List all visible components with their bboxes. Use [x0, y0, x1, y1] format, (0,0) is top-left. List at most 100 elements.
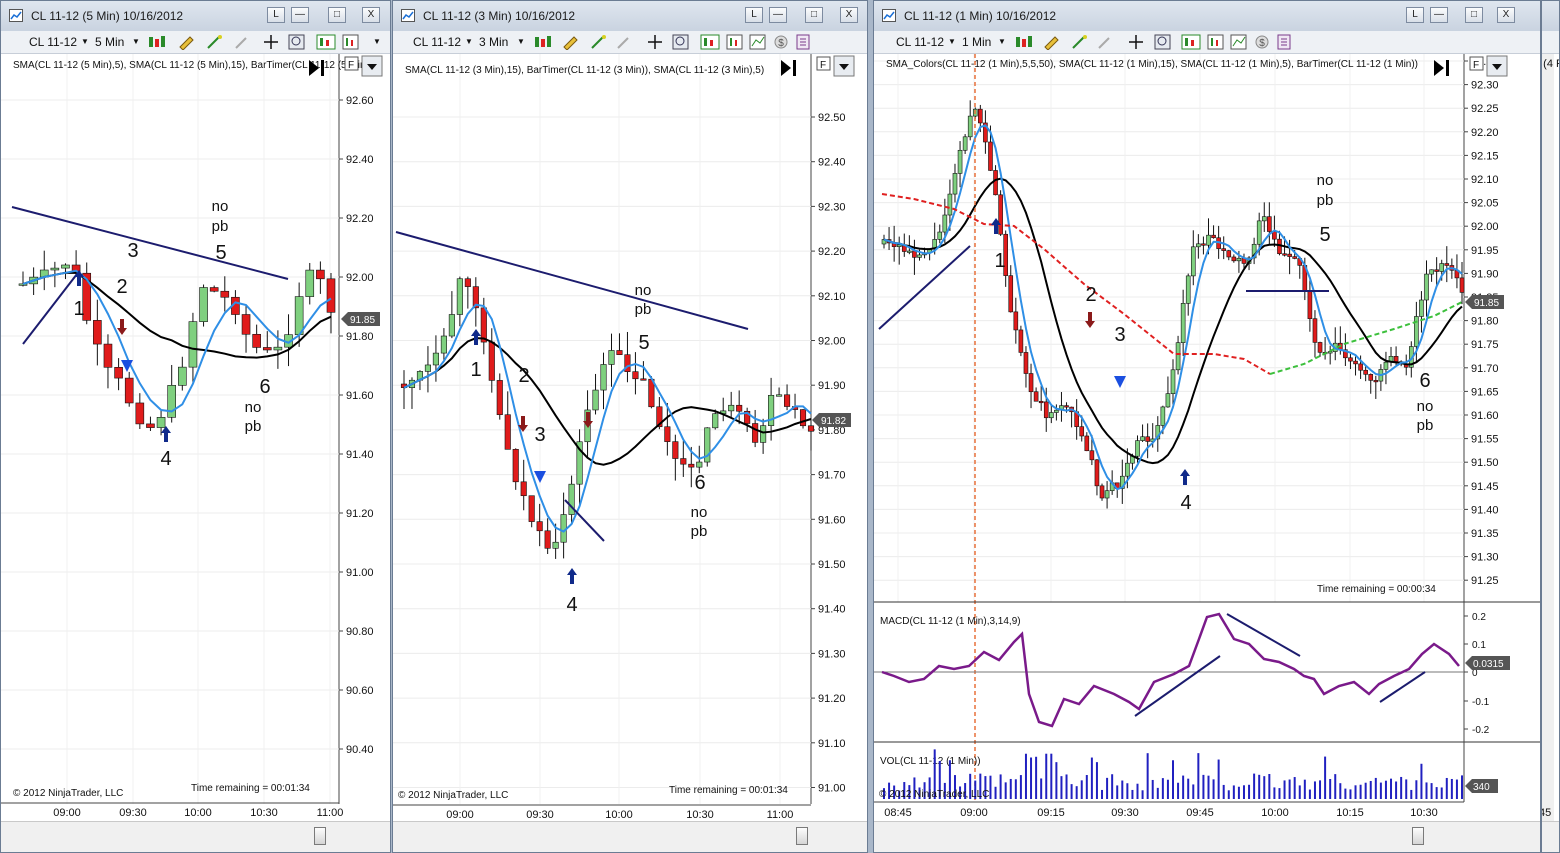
- interval-dropdown-icon[interactable]: ▼: [998, 34, 1006, 50]
- drawing-pencil-icon[interactable]: [561, 34, 583, 50]
- scrollbar-thumb[interactable]: [1412, 827, 1424, 845]
- strategy-icon[interactable]: [1276, 34, 1292, 50]
- scrollbar-thumb[interactable]: [796, 827, 808, 845]
- zoom-icon[interactable]: [288, 34, 306, 50]
- minimize-button[interactable]: —: [769, 7, 787, 23]
- instrument-selector[interactable]: CL 11-12: [896, 34, 944, 50]
- go-to-end-icon[interactable]: [793, 60, 796, 76]
- macd-label: MACD(CL 11-12 (1 Min),3,14,9): [880, 616, 1021, 627]
- instrument-dropdown-icon[interactable]: ▼: [465, 34, 473, 50]
- title-bar[interactable]: CL 11-12 (3 Min) 10/16/2012 L — □ X: [393, 1, 867, 32]
- horizontal-scrollbar[interactable]: [393, 821, 867, 852]
- drawing-pencil-icon[interactable]: [177, 34, 199, 50]
- zoom-icon[interactable]: [672, 34, 690, 50]
- title-bar[interactable]: CL 11-12 (1 Min) 10/16/2012 L — □ X: [874, 1, 1540, 32]
- candle-up: [760, 425, 767, 443]
- interval-dropdown-icon[interactable]: ▼: [132, 34, 140, 50]
- candle-down: [640, 378, 647, 381]
- candle-up: [1439, 263, 1445, 272]
- candle-down: [1043, 401, 1049, 419]
- crosshair-icon[interactable]: [1126, 34, 1148, 50]
- chart-annotation: no: [635, 282, 652, 299]
- horizontal-scrollbar[interactable]: [1, 821, 390, 852]
- maximize-button[interactable]: □: [805, 7, 823, 23]
- chart-properties-icon[interactable]: [749, 34, 767, 50]
- strategy-icon[interactable]: [795, 34, 811, 50]
- bar-chart-toggle-icon[interactable]: [316, 34, 336, 50]
- y-tick-label: 92.00: [818, 336, 846, 348]
- data-box-icon[interactable]: [342, 34, 360, 50]
- partial-indicator-label: 2 (4 R: [1542, 58, 1560, 70]
- interval-selector[interactable]: 1 Min: [962, 34, 991, 50]
- bar-chart-toggle-icon[interactable]: [700, 34, 720, 50]
- horizontal-scrollbar[interactable]: [874, 821, 1540, 852]
- y-tick-label: 92.20: [346, 213, 374, 225]
- magic-wand-icon[interactable]: [1070, 34, 1092, 50]
- candlestick-style-icon[interactable]: [147, 34, 169, 50]
- instrument-dropdown-icon[interactable]: ▼: [81, 34, 89, 50]
- dollar-icon[interactable]: $: [773, 34, 789, 50]
- link-button[interactable]: L: [745, 7, 763, 23]
- data-box-icon[interactable]: [726, 34, 744, 50]
- interval-selector[interactable]: 3 Min: [479, 34, 508, 50]
- chart-window-1min: CL 11-12 (1 Min) 10/16/2012 L — □ X CL 1…: [873, 0, 1541, 853]
- candlestick-style-icon[interactable]: [533, 34, 555, 50]
- close-button[interactable]: X: [1497, 7, 1515, 23]
- y-tick-label: 91.20: [346, 508, 374, 520]
- disabled-tool-icon[interactable]: [1096, 34, 1114, 50]
- maximize-button[interactable]: □: [1465, 7, 1483, 23]
- disabled-tool-icon[interactable]: [615, 34, 633, 50]
- chart-app-icon: [401, 9, 415, 22]
- y-tick-label: 91.25: [1471, 575, 1499, 587]
- candle-down: [464, 278, 471, 287]
- chart-properties-icon[interactable]: [1230, 34, 1248, 50]
- candle-down: [326, 278, 336, 313]
- go-to-end-icon[interactable]: [1446, 60, 1449, 76]
- disabled-tool-icon[interactable]: [233, 34, 251, 50]
- candle-down: [1317, 342, 1323, 353]
- price-chart[interactable]: 92.3592.3092.2592.2092.1592.1092.0592.00…: [874, 54, 1540, 824]
- interval-selector[interactable]: 5 Min: [95, 34, 124, 50]
- x-tick-label: 10:15: [1336, 807, 1364, 819]
- zoom-icon[interactable]: [1154, 34, 1172, 50]
- link-button[interactable]: L: [267, 7, 285, 23]
- candle-up: [937, 231, 943, 240]
- minimize-button[interactable]: —: [1430, 7, 1448, 23]
- y-tick-label: 92.30: [818, 201, 846, 213]
- minimize-button[interactable]: —: [291, 7, 309, 23]
- price-chart[interactable]: 92.5092.4092.3092.2092.1092.0091.9091.80…: [393, 54, 867, 824]
- svg-text:$: $: [778, 38, 784, 49]
- crosshair-icon[interactable]: [261, 34, 283, 50]
- maximize-button[interactable]: □: [328, 7, 346, 23]
- price-chart[interactable]: 2 (4 R :45: [1542, 54, 1560, 824]
- candlestick-style-icon[interactable]: [1014, 34, 1036, 50]
- close-button[interactable]: X: [840, 7, 858, 23]
- crosshair-icon[interactable]: [645, 34, 667, 50]
- magic-wand-icon[interactable]: [589, 34, 611, 50]
- go-to-end-icon[interactable]: [321, 60, 324, 76]
- instrument-selector[interactable]: CL 11-12: [29, 34, 77, 50]
- data-box-icon[interactable]: [1207, 34, 1225, 50]
- current-price-label: 91.85: [350, 315, 375, 326]
- horizontal-scrollbar[interactable]: [1542, 821, 1559, 852]
- instrument-selector[interactable]: CL 11-12: [413, 34, 461, 50]
- chart-annotation: pb: [635, 301, 652, 318]
- toolbar-overflow-icon[interactable]: ▼: [373, 34, 381, 50]
- instrument-dropdown-icon[interactable]: ▼: [948, 34, 956, 50]
- bar-chart-toggle-icon[interactable]: [1181, 34, 1201, 50]
- title-bar[interactable]: [1542, 1, 1559, 32]
- magic-wand-icon[interactable]: [205, 34, 227, 50]
- x-tick-label: 09:30: [526, 809, 554, 821]
- interval-dropdown-icon[interactable]: ▼: [517, 34, 525, 50]
- link-button[interactable]: L: [1406, 7, 1424, 23]
- candle-down: [1459, 277, 1465, 293]
- dollar-icon[interactable]: $: [1254, 34, 1270, 50]
- drawing-pencil-icon[interactable]: [1042, 34, 1064, 50]
- title-bar[interactable]: CL 11-12 (5 Min) 10/16/2012 L — □ X: [1, 1, 390, 32]
- chart-annotation: pb: [245, 418, 262, 435]
- close-button[interactable]: X: [362, 7, 380, 23]
- candle-up: [1185, 275, 1191, 304]
- scrollbar-thumb[interactable]: [314, 827, 326, 845]
- price-chart[interactable]: 92.60 92.40 92.20 92.00 91.80 91.60 91.40 91.20…: [1, 54, 390, 824]
- candle-up: [1236, 257, 1242, 262]
